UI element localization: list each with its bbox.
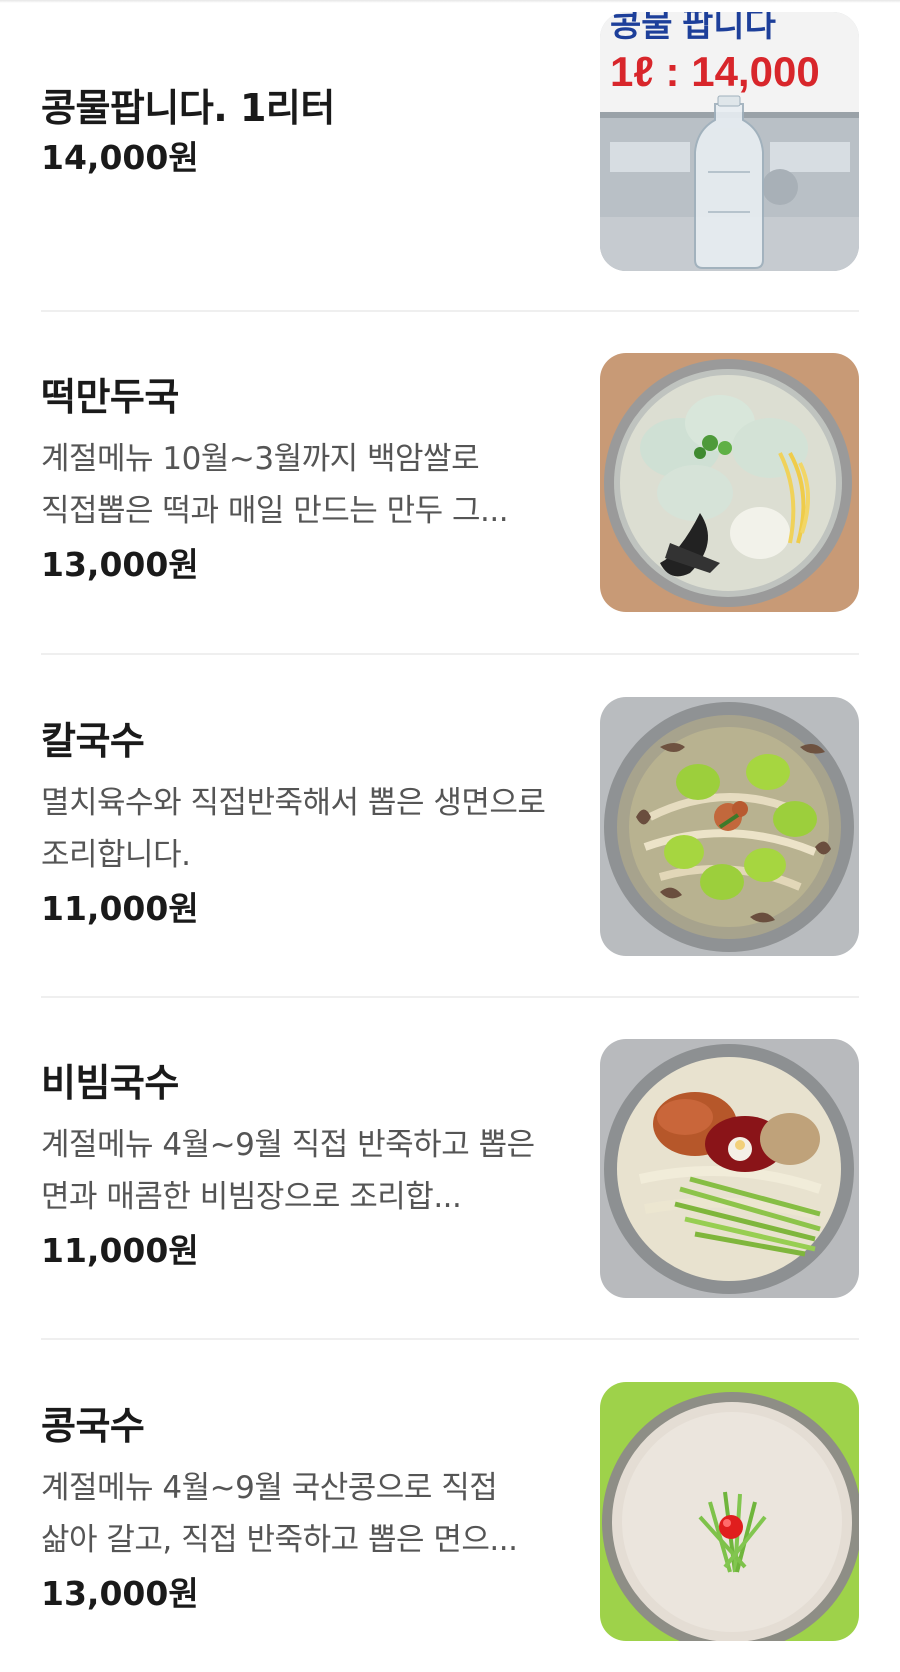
menu-item[interactable]: 콩물팝니다. 1리터 14,000원 콩물 팝니다 1ℓ : 14,000 <box>41 12 859 271</box>
menu-item-text: 비빔국수 계절메뉴 4월~9월 직접 반죽하고 뽑은 면과 매콤한 비빔장으로 … <box>41 1061 561 1275</box>
sign-line-2: 1ℓ : 14,000 <box>610 48 820 95</box>
menu-item-name: 떡만두국 <box>41 375 179 419</box>
spicy-mixed-noodles-photo <box>600 1039 859 1298</box>
menu-item-text: 콩국수 계절메뉴 4월~9월 국산콩으로 직접 삶아 갈고, 직접 반죽하고 뽑… <box>41 1404 561 1618</box>
divider <box>41 996 859 998</box>
divider <box>41 653 859 655</box>
menu-item-description: 멸치육수와 직접반죽해서 뽑은 생면으로 조리합니다. <box>41 785 546 873</box>
menu-item-price: 11,000원 <box>41 1231 199 1270</box>
rice-cake-dumpling-soup-photo <box>600 353 859 612</box>
menu-item[interactable]: 비빔국수 계절메뉴 4월~9월 직접 반죽하고 뽑은 면과 매콤한 비빔장으로 … <box>41 1039 859 1298</box>
top-edge-shadow <box>0 0 900 3</box>
menu-item-name: 콩물팝니다. 1리터 <box>41 86 335 130</box>
menu-item-description: 계절메뉴 4월~9월 직접 반죽하고 뽑은 면과 매콤한 비빔장으로 조리합..… <box>41 1127 535 1215</box>
menu-item-name: 콩국수 <box>41 1404 145 1448</box>
cold-soy-milk-noodles-photo <box>600 1382 859 1641</box>
menu-item-photo[interactable]: 콩물 팝니다 1ℓ : 14,000 <box>600 12 859 271</box>
menu-item-photo[interactable] <box>600 697 859 956</box>
menu-item-description: 계절메뉴 4월~9월 국산콩으로 직접 삶아 갈고, 직접 반죽하고 뽑은 면으… <box>41 1470 518 1558</box>
menu-item[interactable]: 떡만두국 계절메뉴 10월~3월까지 백암쌀로 직접뽑은 떡과 매일 만드는 만… <box>41 353 859 612</box>
menu-item-price: 14,000원 <box>41 138 199 177</box>
menu-item-photo[interactable] <box>600 353 859 612</box>
knife-cut-noodle-soup-photo <box>600 697 859 956</box>
menu-item-name: 칼국수 <box>41 719 145 763</box>
menu-item-price: 13,000원 <box>41 545 199 584</box>
sign-line-1: 콩물 팝니다 <box>610 12 776 44</box>
divider <box>41 310 859 312</box>
menu-item-price: 13,000원 <box>41 1574 199 1613</box>
menu-item[interactable]: 칼국수 멸치육수와 직접반죽해서 뽑은 생면으로 조리합니다. 11,000원 <box>41 697 859 956</box>
menu-item-text: 떡만두국 계절메뉴 10월~3월까지 백암쌀로 직접뽑은 떡과 매일 만드는 만… <box>41 375 561 589</box>
divider <box>41 1338 859 1340</box>
menu-item-description: 계절메뉴 10월~3월까지 백암쌀로 직접뽑은 떡과 매일 만드는 만두 그..… <box>41 441 509 529</box>
menu-item-price: 11,000원 <box>41 889 199 928</box>
menu-item-name: 비빔국수 <box>41 1061 179 1105</box>
menu-item-photo[interactable] <box>600 1039 859 1298</box>
soy-milk-bottle-photo: 콩물 팝니다 1ℓ : 14,000 <box>600 12 859 271</box>
menu-item-text: 칼국수 멸치육수와 직접반죽해서 뽑은 생면으로 조리합니다. 11,000원 <box>41 719 561 933</box>
menu-item-text: 콩물팝니다. 1리터 14,000원 <box>41 86 561 182</box>
menu-item[interactable]: 콩국수 계절메뉴 4월~9월 국산콩으로 직접 삶아 갈고, 직접 반죽하고 뽑… <box>41 1382 859 1641</box>
menu-item-photo[interactable] <box>600 1382 859 1641</box>
